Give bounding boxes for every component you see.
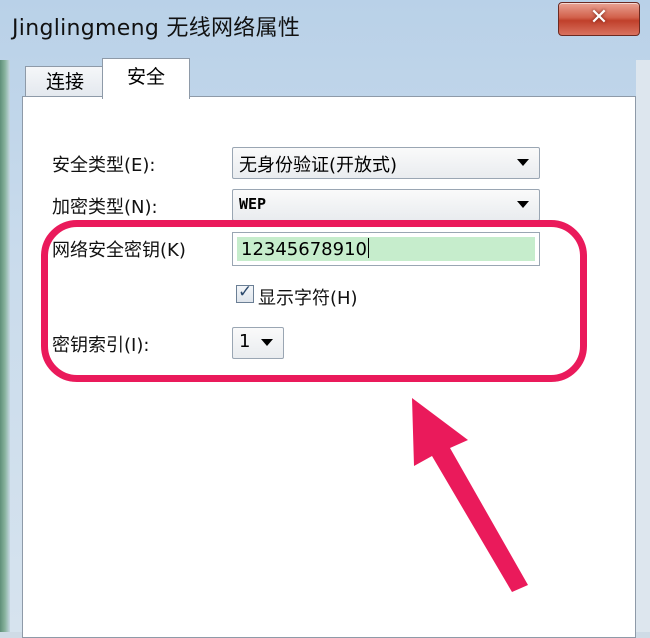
close-icon: ✕: [589, 5, 609, 30]
key-index-dropdown[interactable]: 1: [232, 327, 284, 359]
network-key-text: 12345678910: [241, 239, 367, 260]
tab-security[interactable]: 安全: [102, 58, 190, 99]
close-button[interactable]: ✕: [558, 2, 640, 36]
window-right-border: [636, 60, 650, 632]
title-bar: Jinglingmeng 无线网络属性 ✕: [0, 0, 650, 52]
background-window-edge: [0, 60, 10, 632]
key-index-value: 1: [239, 331, 251, 352]
security-type-value: 无身份验证(开放式): [239, 155, 398, 176]
security-type-dropdown[interactable]: 无身份验证(开放式): [232, 147, 540, 179]
tab-connection[interactable]: 连接: [25, 66, 105, 97]
show-characters-label[interactable]: 显示字符(H): [258, 284, 358, 310]
encryption-type-dropdown[interactable]: WEP: [232, 189, 540, 221]
encryption-type-label: 加密类型(N):: [52, 197, 158, 218]
network-key-input[interactable]: 12345678910: [232, 232, 540, 266]
chevron-down-icon: [517, 159, 529, 166]
security-type-label: 安全类型(E):: [52, 155, 156, 176]
encryption-type-value: WEP: [239, 195, 267, 213]
key-index-label: 密钥索引(I):: [52, 335, 150, 356]
window-title: Jinglingmeng 无线网络属性: [12, 16, 301, 41]
network-key-label: 网络安全密钥(K): [52, 240, 186, 261]
network-key-value: 12345678910: [241, 238, 369, 260]
chevron-down-icon: [261, 339, 273, 346]
text-caret: [367, 238, 369, 258]
checkmark-icon: ✓: [238, 282, 253, 302]
chevron-down-icon: [517, 201, 529, 208]
show-characters-checkbox[interactable]: ✓: [236, 282, 254, 303]
